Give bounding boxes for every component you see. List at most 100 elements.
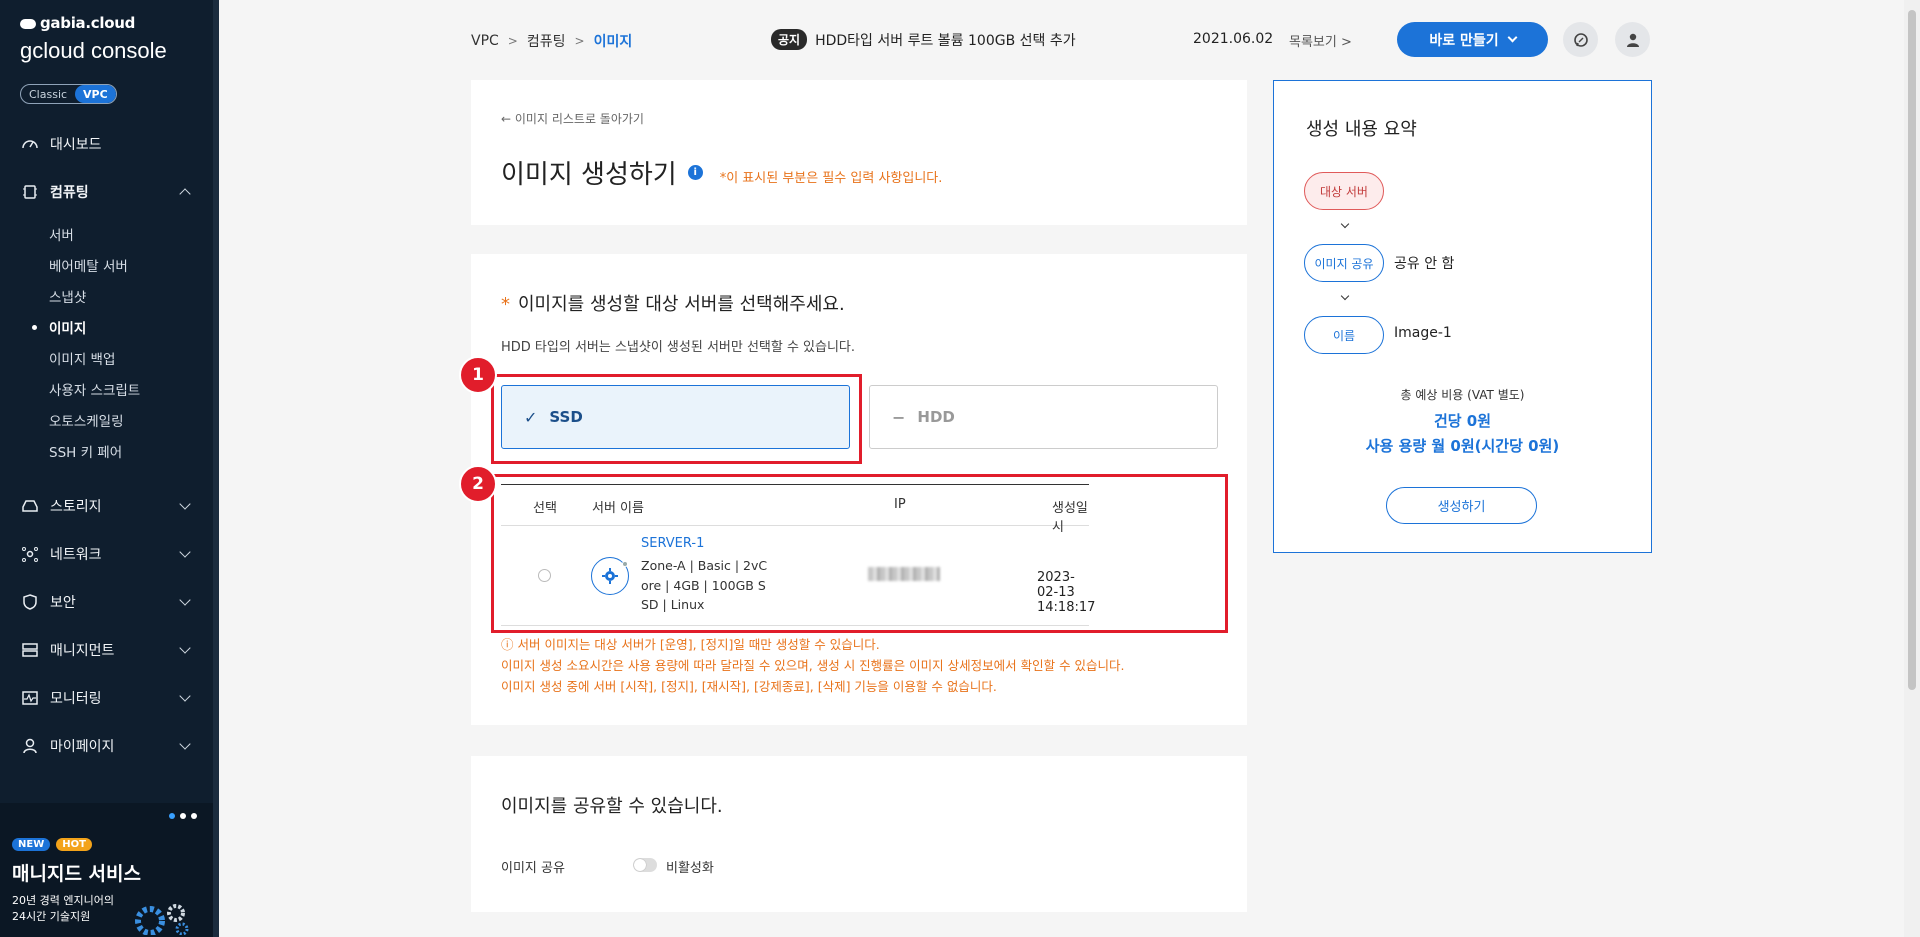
sidebar-item-label: 스토리지 [50, 499, 102, 515]
hdd-type-button[interactable]: − HDD [869, 385, 1218, 449]
network-icon [20, 544, 40, 564]
section-desc: HDD 타입의 서버는 스냅샷이 생성된 서버만 선택할 수 있습니다. [501, 340, 856, 355]
chevron-up-icon [179, 188, 191, 200]
summary-panel: 생성 내용 요약 대상 서버 이미지 공유 공유 안 함 이름 Image-1 … [1273, 80, 1652, 553]
chevron-right-icon: > [507, 34, 518, 48]
sidebar-sub-server[interactable]: 서버 [0, 218, 213, 249]
section-title: * 이미지를 생성할 대상 서버를 선택해주세요. [501, 290, 845, 316]
type-label: HDD [917, 408, 955, 426]
sidebar-sub-autoscaling[interactable]: 오토스케일링 [0, 404, 213, 435]
sidebar-item-management[interactable]: 매니지먼트 [0, 626, 213, 674]
step-share-value: 공유 안 함 [1394, 256, 1455, 272]
promo-desc-line: 20년 경력 엔지니어의 [12, 894, 114, 907]
chip-icon [20, 182, 40, 202]
sidebar-nav: 대시보드 컴퓨팅 서버 베어메탈 서버 스냅샷 이미지 이미지 백업 사용자 스… [0, 120, 213, 770]
breadcrumb-vpc[interactable]: VPC [471, 33, 499, 49]
new-badge: NEW [12, 838, 51, 851]
step-name[interactable]: 이름 [1304, 316, 1384, 354]
annotation-box-2 [491, 474, 1228, 633]
quick-create-button[interactable]: 바로 만들기 [1397, 22, 1548, 57]
promo-title: 매니지드 서비스 [12, 863, 141, 885]
chevron-down-icon [1340, 219, 1350, 229]
notice-more-label: 목록보기 [1289, 35, 1337, 50]
quick-create-label: 바로 만들기 [1429, 32, 1499, 49]
back-to-list-link[interactable]: ← 이미지 리스트로 돌아가기 [501, 110, 644, 127]
sidebar-item-label: 보안 [50, 595, 76, 611]
breadcrumb-image: 이미지 [593, 34, 633, 50]
title-card: ← 이미지 리스트로 돌아가기 이미지 생성하기 i *이 표시된 부분은 필수… [471, 80, 1247, 225]
promo-desc-line: 24시간 기술지원 [12, 910, 91, 923]
promo-banner[interactable]: NEW HOT 매니지드 서비스 20년 경력 엔지니어의 24시간 기술지원 [0, 803, 213, 937]
sidebar-item-security[interactable]: 보안 [0, 578, 213, 626]
sidebar-sub-image-backup[interactable]: 이미지 백업 [0, 342, 213, 373]
step-image-share[interactable]: 이미지 공유 [1304, 244, 1384, 282]
sidebar-sub-user-script[interactable]: 사용자 스크립트 [0, 373, 213, 404]
sidebar-sub-ssh-keypair[interactable]: SSH 키 페어 [0, 435, 213, 466]
share-title: 이미지를 공유할 수 있습니다. [501, 796, 723, 817]
page-title-row: 이미지 생성하기 i *이 표시된 부분은 필수 입력 사항입니다. [501, 154, 942, 191]
sidebar-item-storage[interactable]: 스토리지 [0, 482, 213, 530]
required-star: * [501, 294, 510, 315]
monitoring-icon [20, 688, 40, 708]
sidebar-item-computing[interactable]: 컴퓨팅 [0, 168, 213, 216]
sidebar-sub-image[interactable]: 이미지 [0, 311, 213, 342]
chevron-down-icon [1340, 291, 1350, 301]
gears-icon [135, 904, 189, 935]
breadcrumb-computing[interactable]: 컴퓨팅 [527, 31, 566, 51]
cost-label: 총 예상 비용 (VAT 별도) [1400, 388, 1525, 402]
management-icon [20, 640, 40, 660]
notice-date: 2021.06.02 [1193, 31, 1274, 47]
create-image-button[interactable]: 생성하기 [1386, 487, 1537, 524]
annotation-badge-1: 1 [459, 356, 497, 394]
sidebar-sub-baremetal[interactable]: 베어메탈 서버 [0, 249, 213, 280]
storage-icon [20, 496, 40, 516]
notice-bar[interactable]: 공지 HDD타입 서버 루트 볼륨 100GB 선택 추가 [771, 29, 1076, 50]
brand-logo[interactable]: gabia.cloud [20, 14, 135, 32]
step-target-server[interactable]: 대상 서버 [1304, 172, 1384, 210]
sidebar-item-label: 마이페이지 [50, 739, 115, 755]
cloud-icon [20, 18, 36, 29]
sidebar-item-network[interactable]: 네트워크 [0, 530, 213, 578]
dashboard-icon [20, 134, 40, 154]
brand-top-text: gabia.cloud [40, 14, 136, 32]
warning-notes: ⓘ 서버 이미지는 대상 서버가 [운영], [정지]일 때만 생성할 수 있습… [501, 634, 1125, 697]
profile-button[interactable] [1615, 22, 1650, 57]
shield-icon [20, 592, 40, 612]
share-label: 이미지 공유 [501, 861, 565, 876]
chevron-down-icon [179, 690, 191, 702]
page-title: 이미지 생성하기 [501, 160, 677, 190]
notice-more-link[interactable]: 목록보기 > [1289, 31, 1352, 50]
page-scrollbar[interactable] [1904, 0, 1920, 937]
sidebar-item-mypage[interactable]: 마이페이지 [0, 722, 213, 770]
section-title-text: 이미지를 생성할 대상 서버를 선택해주세요. [518, 294, 845, 315]
chevron-down-icon [1507, 32, 1518, 43]
chevron-down-icon [179, 738, 191, 750]
share-card: 이미지를 공유할 수 있습니다. 이미지 공유 비활성화 [471, 756, 1247, 912]
notice-tag: 공지 [771, 29, 808, 50]
chevron-down-icon [179, 594, 191, 606]
info-icon[interactable]: i [687, 165, 703, 180]
chat-button[interactable] [1563, 22, 1598, 57]
chevron-right-icon: > [574, 34, 585, 48]
sidebar-item-dashboard[interactable]: 대시보드 [0, 120, 213, 168]
share-state: 비활성화 [666, 861, 714, 876]
chevron-down-icon [179, 546, 191, 558]
cost-month: 사용 용량 월 0원(시간당 0원) [1365, 437, 1560, 455]
share-toggle[interactable] [633, 858, 657, 872]
sidebar-item-monitoring[interactable]: 모니터링 [0, 674, 213, 722]
toggle-classic[interactable]: Classic [21, 85, 75, 103]
carousel-dots[interactable] [169, 813, 197, 819]
toggle-vpc[interactable]: VPC [75, 85, 116, 103]
sidebar-scrollbar[interactable] [213, 0, 219, 937]
sidebar-item-label: 네트워크 [50, 547, 102, 563]
required-note: *이 표시된 부분은 필수 입력 사항입니다. [719, 171, 943, 186]
sidebar-item-label: 매니지먼트 [50, 643, 115, 659]
classic-vpc-toggle[interactable]: Classic VPC [20, 84, 117, 104]
back-label: 이미지 리스트로 돌아가기 [514, 112, 644, 126]
notice-text[interactable]: HDD타입 서버 루트 볼륨 100GB 선택 추가 [815, 30, 1076, 50]
summary-title: 생성 내용 요약 [1306, 119, 1417, 140]
sidebar-sub-snapshot[interactable]: 스냅샷 [0, 280, 213, 311]
promo-desc: 20년 경력 엔지니어의 24시간 기술지원 [12, 893, 132, 925]
console-title: gcloud console [20, 38, 167, 63]
scrollbar-thumb[interactable] [1908, 10, 1916, 690]
